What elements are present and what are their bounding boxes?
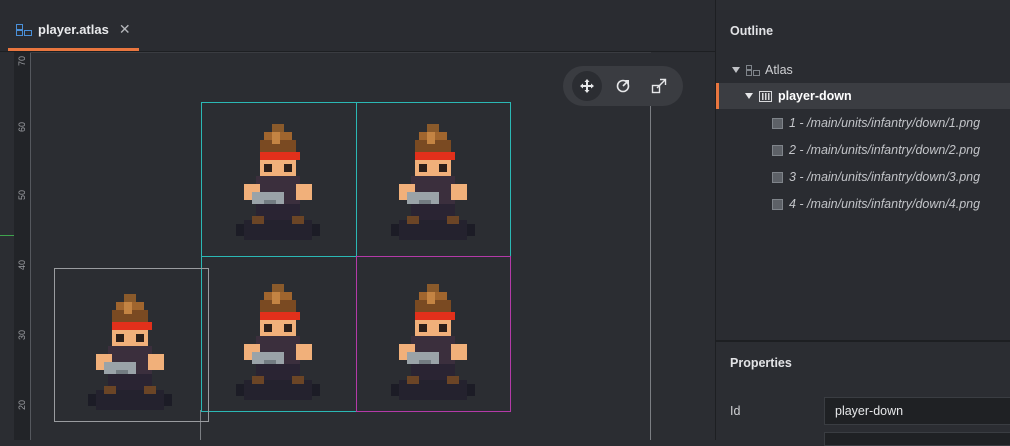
image-icon (772, 144, 783, 156)
image-icon (772, 171, 783, 183)
outline-item-player-down[interactable]: player-down (716, 83, 1010, 109)
image-icon (772, 117, 783, 129)
transform-toolbar (563, 66, 683, 106)
outline-item-image-2[interactable]: 2 - /main/units/infantry/down/2.png (716, 137, 1010, 163)
animation-icon (759, 90, 772, 102)
move-icon[interactable] (572, 71, 602, 101)
atlas-icon (746, 64, 760, 76)
editor-area: player.atlas ✕ 70 60 50 40 30 20 (0, 0, 715, 440)
ruler-label: 40 (17, 259, 27, 270)
outline-item-image-3[interactable]: 3 - /main/units/infantry/down/3.png (716, 164, 1010, 190)
outline-item-label: player-down (778, 89, 852, 103)
outline-item-label: 1 - /main/units/infantry/down/1.png (789, 116, 981, 130)
atlas-bounds-top (30, 52, 651, 53)
preview-sprite (88, 294, 172, 410)
outline-title: Outline (730, 24, 774, 38)
expand-icon[interactable] (732, 67, 740, 73)
ruler-label: 30 (17, 329, 27, 340)
atlas-bounds-right (650, 102, 651, 440)
outline-item-image-1[interactable]: 1 - /main/units/infantry/down/1.png (716, 110, 1010, 136)
panel-divider[interactable] (716, 340, 1010, 342)
outline-item-label: 2 - /main/units/infantry/down/2.png (789, 143, 981, 157)
tab-title: player.atlas (38, 22, 109, 37)
outline-item-label: 4 - /main/units/infantry/down/4.png (789, 197, 981, 211)
expand-icon[interactable] (745, 93, 753, 99)
atlas-canvas[interactable]: 70 60 50 40 30 20 (0, 52, 715, 440)
sprite-1 (236, 124, 320, 240)
tab-bar: player.atlas ✕ (0, 0, 715, 52)
outline-item-label: Atlas (765, 63, 793, 77)
vertical-ruler: 70 60 50 40 30 20 (14, 52, 31, 440)
sprite-4 (391, 284, 475, 400)
outline-item-label: 3 - /main/units/infantry/down/3.png (789, 170, 981, 184)
sprite-2 (391, 124, 475, 240)
ruler-origin-marker (0, 235, 14, 236)
outline-item-image-4[interactable]: 4 - /main/units/infantry/down/4.png (716, 191, 1010, 217)
close-icon[interactable]: ✕ (119, 21, 131, 38)
outline-item-atlas[interactable]: Atlas (716, 57, 1010, 83)
sprite-3 (236, 284, 320, 400)
tab-player-atlas[interactable]: player.atlas ✕ (8, 11, 139, 51)
rotate-icon[interactable] (608, 71, 638, 101)
next-property-field[interactable] (824, 432, 1010, 446)
ruler-label: 60 (17, 121, 27, 132)
property-label-id: Id (730, 404, 741, 418)
outline-panel: Outline Atlas player-down 1 - /main/unit… (716, 10, 1010, 340)
atlas-icon (16, 23, 32, 36)
side-panel: Outline Atlas player-down 1 - /main/unit… (715, 0, 1010, 446)
ruler-label: 50 (17, 189, 27, 200)
ruler-label: 20 (17, 399, 27, 410)
properties-title: Properties (730, 356, 792, 370)
image-icon (772, 198, 783, 210)
id-field[interactable] (824, 397, 1010, 425)
scale-icon[interactable] (644, 71, 674, 101)
ruler-label: 70 (17, 55, 27, 66)
